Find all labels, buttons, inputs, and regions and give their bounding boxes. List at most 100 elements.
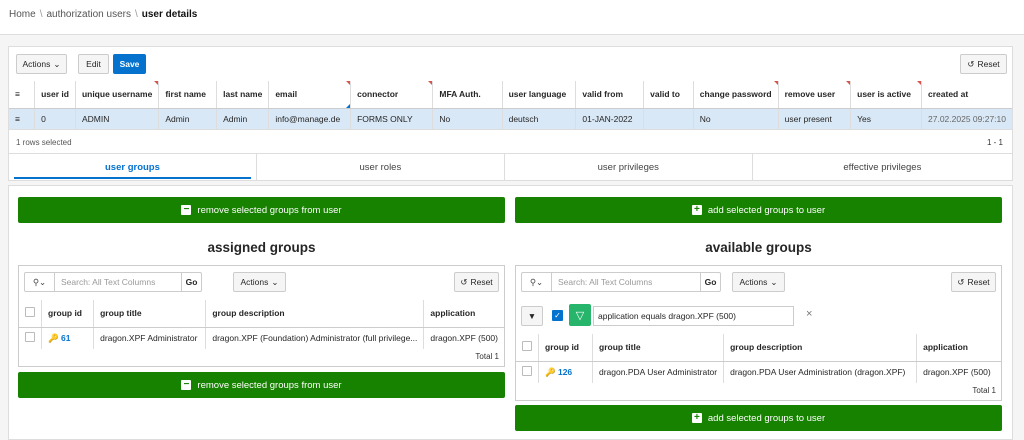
col-header[interactable]: connector — [350, 81, 434, 109]
cell-group-title: dragon.PDA User Administrator — [592, 361, 725, 383]
go-button[interactable]: Go — [700, 273, 720, 291]
col-header[interactable]: group id — [41, 300, 95, 328]
col-header-label: email — [275, 89, 298, 100]
actions-menu-button[interactable]: Actions ⌄ — [16, 54, 67, 74]
filter-pill[interactable]: application equals dragon.XPF (500) — [593, 306, 794, 326]
cell-group-description: dragon.PDA User Administration (dragon.X… — [723, 361, 918, 383]
assigned-groups-table: group id group title group description a… — [19, 300, 504, 349]
go-button[interactable]: Go — [181, 273, 201, 291]
cell-group-id[interactable]: 🔑 126 — [538, 361, 593, 383]
col-header[interactable]: first name — [158, 81, 218, 109]
col-header[interactable]: group title — [93, 300, 207, 328]
key-icon: 🔑 — [545, 366, 556, 377]
col-header-label: remove user — [784, 89, 836, 100]
reset-icon: ↺ — [957, 276, 965, 287]
available-search-input[interactable]: ⚲⌄ Search: All Text Columns Go — [521, 272, 721, 292]
col-header[interactable]: group title — [592, 334, 725, 362]
cell-username[interactable]: ADMIN — [75, 108, 160, 130]
cell-last-name[interactable]: Admin — [216, 108, 270, 130]
tab-effective-privileges[interactable]: effective privileges — [753, 154, 1012, 180]
col-header[interactable]: email — [268, 81, 352, 109]
breadcrumb-separator: \ — [134, 9, 138, 20]
tab-user-roles[interactable]: user roles — [257, 154, 505, 180]
row-checkbox[interactable] — [516, 361, 539, 383]
table-row[interactable]: 🔑 61 dragon.XPF Administrator dragon.XPF… — [19, 327, 504, 349]
breadcrumb-separator: \ — [39, 9, 43, 20]
reset-button[interactable]: ↺ Reset — [960, 54, 1007, 74]
add-groups-button-top[interactable]: + add selected groups to user — [515, 197, 1002, 223]
save-button[interactable]: Save — [113, 54, 146, 74]
cell-group-id[interactable]: 🔑 61 — [41, 327, 95, 349]
cell-user-id[interactable]: 0 — [34, 108, 76, 130]
col-header[interactable]: application — [916, 334, 1001, 362]
available-groups-title: available groups — [705, 240, 812, 255]
tab-user-privileges[interactable]: user privileges — [505, 154, 753, 180]
filter-expand-toggle[interactable]: ▼ — [521, 306, 543, 326]
assigned-reset-button[interactable]: ↺ Reset — [454, 272, 499, 292]
cell-valid-to[interactable] — [643, 108, 694, 130]
cell-language[interactable]: deutsch — [502, 108, 577, 130]
col-header-label: connector — [357, 89, 399, 100]
cell-valid-from[interactable]: 01-JAN-2022 — [575, 108, 645, 130]
remove-groups-button-top[interactable]: − remove selected groups from user — [18, 197, 505, 223]
cell-active[interactable]: Yes — [850, 108, 922, 130]
col-header[interactable]: user language — [502, 81, 577, 109]
row-menu-header-icon[interactable]: ≡ — [9, 81, 36, 109]
col-header[interactable]: unique username — [75, 81, 160, 109]
col-header[interactable]: remove user — [778, 81, 852, 109]
col-header[interactable]: valid to — [643, 81, 694, 109]
breadcrumb-authorization-users[interactable]: authorization users — [46, 9, 131, 20]
cell-first-name[interactable]: Admin — [158, 108, 218, 130]
cell-remove-user[interactable]: user present — [778, 108, 852, 130]
actions-label: Actions — [240, 277, 269, 287]
table-row[interactable]: 🔑 126 dragon.PDA User Administrator drag… — [516, 361, 1001, 383]
available-actions-button[interactable]: Actions ⌄ — [732, 272, 785, 292]
col-header[interactable]: last name — [216, 81, 270, 109]
actions-label: Actions — [739, 277, 768, 287]
breadcrumb-current: user details — [141, 9, 198, 20]
plus-icon: + — [691, 205, 702, 215]
col-header-label: user is active — [857, 89, 911, 100]
add-groups-label: add selected groups to user — [707, 204, 826, 216]
group-id-link[interactable]: 126 — [558, 367, 572, 377]
assigned-search-input[interactable]: ⚲⌄ Search: All Text Columns Go — [24, 272, 202, 292]
cell-email[interactable]: info@manage.de — [268, 108, 352, 130]
filter-enabled-checkbox[interactable]: ✓ — [552, 310, 563, 321]
col-header[interactable]: valid from — [575, 81, 645, 109]
cell-mfa[interactable]: No — [432, 108, 503, 130]
assigned-actions-button[interactable]: Actions ⌄ — [233, 272, 286, 292]
col-header[interactable]: application — [423, 300, 504, 328]
cell-connector[interactable]: FORMS ONLY — [350, 108, 434, 130]
col-header[interactable]: created at — [921, 81, 1012, 109]
row-menu-icon[interactable]: ≡ — [9, 108, 36, 130]
col-header[interactable]: group description — [723, 334, 918, 362]
cell-group-title: dragon.XPF Administrator — [93, 327, 207, 349]
col-header[interactable]: user id — [34, 81, 76, 109]
search-icon[interactable]: ⚲⌄ — [25, 273, 55, 291]
col-header[interactable]: group description — [205, 300, 425, 328]
remove-groups-button-bottom[interactable]: − remove selected groups from user — [18, 372, 505, 398]
add-groups-button-bottom[interactable]: + add selected groups to user — [515, 405, 1002, 431]
row-checkbox[interactable] — [19, 327, 42, 349]
cell-change-password[interactable]: No — [693, 108, 779, 130]
col-header[interactable]: group id — [538, 334, 593, 362]
col-header[interactable]: change password — [693, 81, 779, 109]
select-all-checkbox[interactable] — [516, 334, 539, 362]
tab-user-groups[interactable]: user groups — [9, 154, 257, 180]
available-groups-panel: ⚲⌄ Search: All Text Columns Go Actions ⌄… — [515, 265, 1002, 401]
search-placeholder: Search: All Text Columns — [558, 277, 653, 287]
available-reset-button[interactable]: ↺ Reset — [951, 272, 996, 292]
edit-label: Edit — [86, 59, 101, 69]
table-row[interactable]: ≡ 0 ADMIN Admin Admin info@manage.de FOR… — [9, 108, 1012, 130]
remove-filter-icon[interactable]: × — [806, 308, 812, 320]
chevron-down-icon: ⌄ — [53, 58, 61, 69]
select-all-checkbox[interactable] — [19, 300, 42, 328]
col-header[interactable]: user is active — [850, 81, 922, 109]
group-id-link[interactable]: 61 — [61, 333, 70, 343]
search-icon[interactable]: ⚲⌄ — [522, 273, 552, 291]
col-header[interactable]: MFA Auth. — [432, 81, 503, 109]
reset-label: Reset — [967, 277, 990, 287]
edit-button[interactable]: Edit — [78, 54, 109, 74]
chevron-down-icon: ⌄ — [770, 276, 778, 287]
breadcrumb-home[interactable]: Home — [9, 9, 36, 20]
